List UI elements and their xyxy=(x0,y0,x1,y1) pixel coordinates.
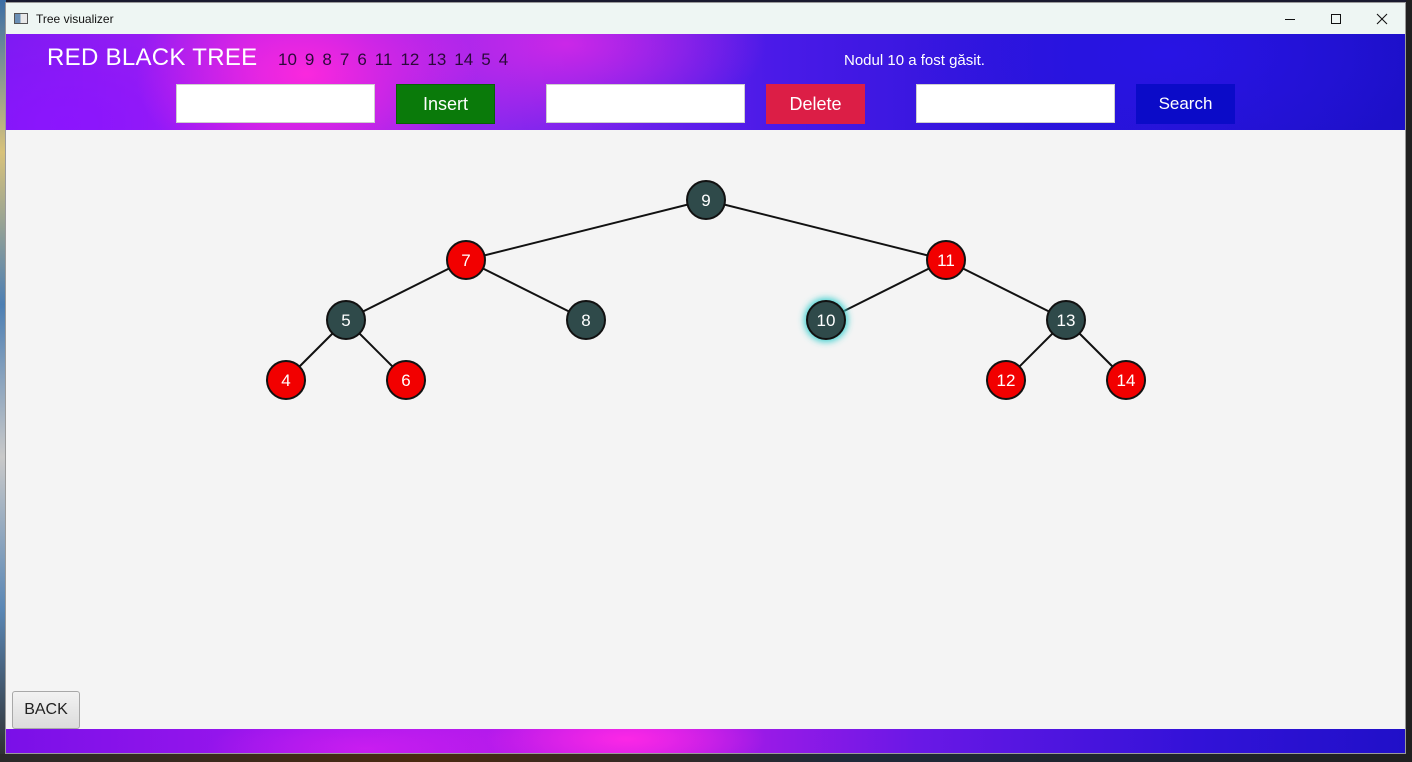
tree-node-label: 7 xyxy=(461,251,470,270)
tree-edges xyxy=(285,199,1127,381)
tree-node-5: 5 xyxy=(326,300,366,340)
window-title: Tree visualizer xyxy=(36,11,114,26)
tree-diagram: 4 5 6 7 8 9 10 11 12 13 14 xyxy=(266,180,1146,400)
tree-node-10: 10 xyxy=(804,298,848,342)
tree-nodes: 4 5 6 7 8 9 10 11 12 13 14 xyxy=(266,180,1146,400)
sequence-item: 12 xyxy=(400,50,420,69)
tree-node-4: 4 xyxy=(266,360,306,400)
tree-node-label: 6 xyxy=(401,371,410,390)
delete-input[interactable] xyxy=(547,85,744,122)
tree-node-8: 8 xyxy=(566,300,606,340)
insert-field[interactable] xyxy=(176,84,375,123)
tree-node-label: 10 xyxy=(817,311,836,330)
window-controls xyxy=(1267,3,1405,34)
sequence-item: 7 xyxy=(339,50,350,69)
insert-input[interactable] xyxy=(177,85,374,122)
minimize-button[interactable] xyxy=(1267,3,1313,34)
tree-node-11: 11 xyxy=(926,240,966,280)
page-title: RED BLACK TREE xyxy=(47,44,258,71)
sequence-item: 4 xyxy=(498,50,509,69)
sequence-item: 10 xyxy=(278,50,297,69)
search-input[interactable] xyxy=(917,85,1114,122)
footer-bar xyxy=(6,729,1405,753)
tree-node-label: 13 xyxy=(1057,311,1076,330)
sequence-item: 6 xyxy=(357,50,367,69)
tree-edge-7-5 xyxy=(345,259,467,321)
maximize-button[interactable] xyxy=(1313,3,1359,34)
tree-edge-7-8 xyxy=(465,259,587,321)
tree-node-9: 9 xyxy=(686,180,726,220)
back-button[interactable]: BACK xyxy=(12,691,80,729)
tree-node-label: 9 xyxy=(701,191,710,210)
header-panel: RED BLACK TREE 10 9 8 7 6 11 12 13 14 5 … xyxy=(6,34,1405,130)
tree-node-label: 12 xyxy=(997,371,1016,390)
tree-node-label: 8 xyxy=(581,311,590,330)
delete-field[interactable] xyxy=(546,84,745,123)
delete-button[interactable]: Delete xyxy=(766,84,865,124)
tree-node-14: 14 xyxy=(1106,360,1146,400)
tree-node-label: 11 xyxy=(937,251,955,270)
title-bar: Tree visualizer xyxy=(6,3,1405,34)
sequence-item: 14 xyxy=(454,50,474,69)
tree-node-label: 5 xyxy=(341,311,350,330)
tree-node-12: 12 xyxy=(986,360,1026,400)
tree-node-label: 4 xyxy=(281,371,290,390)
sequence-item: 11 xyxy=(374,50,393,69)
close-icon xyxy=(1376,13,1388,24)
tree-node-13: 13 xyxy=(1046,300,1086,340)
sequence-item: 13 xyxy=(427,50,447,69)
tree-canvas: 4 5 6 7 8 9 10 11 12 13 14 xyxy=(6,130,1405,728)
search-button[interactable]: Search xyxy=(1136,84,1235,124)
taskbar-edge xyxy=(0,754,1412,762)
close-button[interactable] xyxy=(1359,3,1405,34)
maximize-icon xyxy=(1331,13,1341,24)
sequence-item: 9 xyxy=(304,50,315,69)
sequence-item: 8 xyxy=(322,50,332,69)
tree-edge-11-13 xyxy=(945,259,1067,321)
tree-node-label: 14 xyxy=(1117,371,1136,390)
tree-edge-9-11 xyxy=(705,199,947,261)
app-icon xyxy=(14,13,28,24)
desktop-background-right xyxy=(1406,0,1412,762)
insertion-sequence: 10 9 8 7 6 11 12 13 14 5 4 xyxy=(278,50,516,70)
app-window: Tree visualizer RED BLACK TREE 10 9 8 7 … xyxy=(5,2,1406,754)
search-field[interactable] xyxy=(916,84,1115,123)
sequence-item: 5 xyxy=(481,50,491,69)
insert-button[interactable]: Insert xyxy=(396,84,495,124)
tree-node-7: 7 xyxy=(446,240,486,280)
status-message: Nodul 10 a fost găsit. xyxy=(844,52,985,69)
minimize-icon xyxy=(1285,18,1295,20)
tree-edge-9-7 xyxy=(465,199,707,261)
tree-node-6: 6 xyxy=(386,360,426,400)
